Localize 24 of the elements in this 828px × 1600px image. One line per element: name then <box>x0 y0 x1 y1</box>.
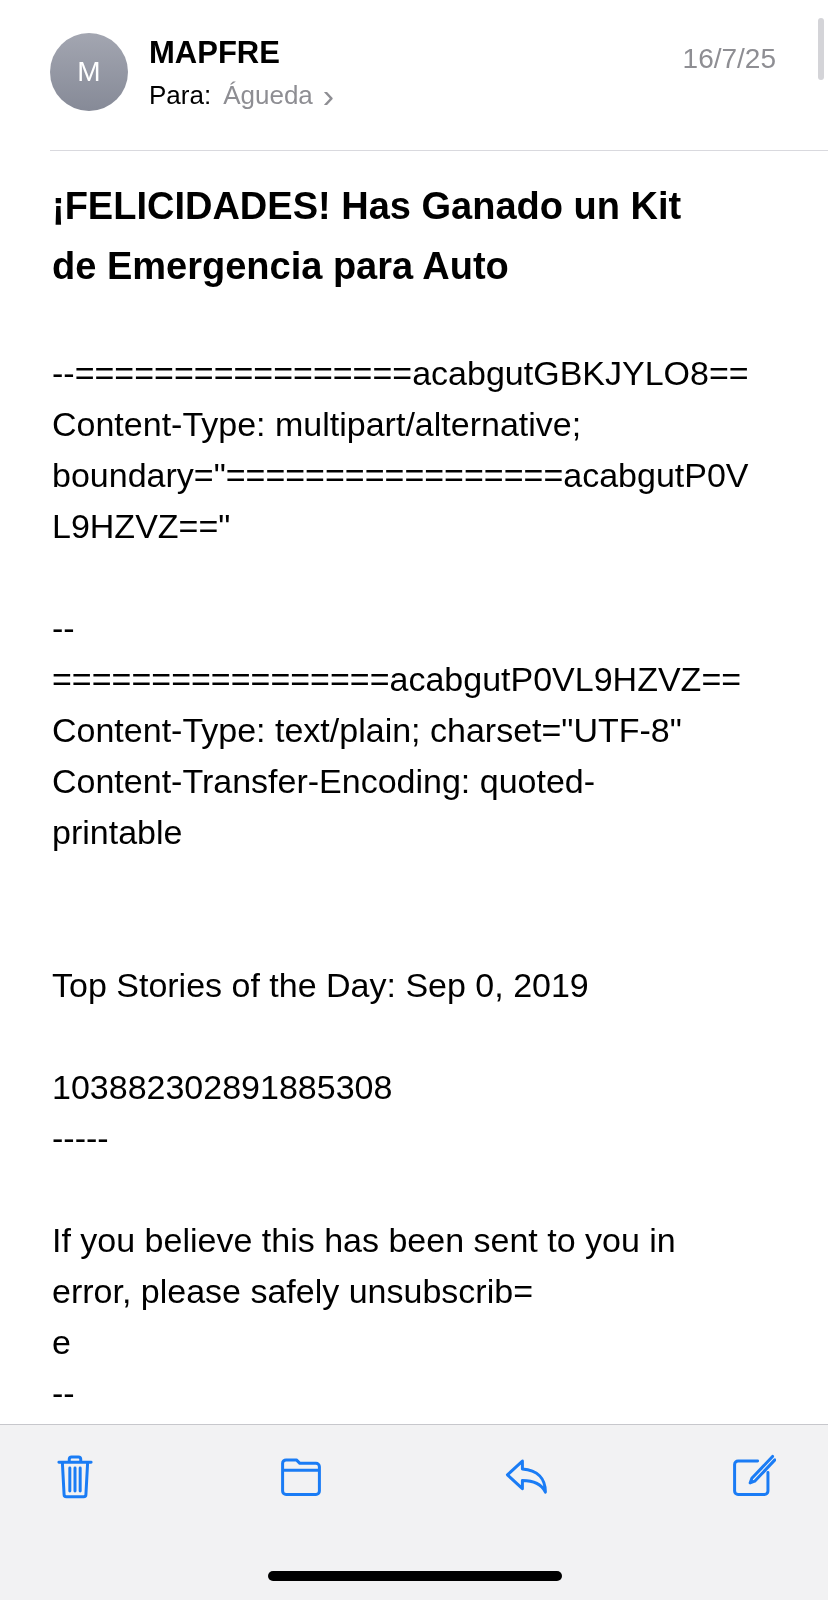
body-text-line: =================acabgutP0VL9HZVZ== <box>52 659 742 700</box>
body-text-line: printable <box>52 812 183 853</box>
body-text-line: error, please safely unsubscrib= <box>52 1271 533 1312</box>
body-text-line: -- <box>52 608 75 649</box>
date: 16/7/25 <box>682 42 776 76</box>
sender-name: MAPFRE <box>149 34 281 72</box>
body-text-line: --=================acabgutGBKJYLO8== <box>52 353 749 394</box>
body-text-line: Content-Transfer-Encoding: quoted- <box>52 761 596 802</box>
body-text-line: -- <box>52 1373 75 1414</box>
body-text-line: ----- <box>52 1118 109 1159</box>
avatar: M <box>50 33 128 111</box>
compose-icon[interactable] <box>730 1453 776 1499</box>
body-text-line: If you believe this has been sent to you in <box>52 1220 676 1261</box>
body-text-line: Content-Type: text/plain; charset="UTF-8" <box>52 710 682 751</box>
body-text-line: boundary="=================acabgutP0V <box>52 455 749 496</box>
body-text-line: 103882302891885308 <box>52 1067 393 1108</box>
subject-heading: ¡FELICIDADES! Has Ganado un Kit de Emergencia para Auto <box>52 184 683 289</box>
body-text-line: Top Stories of the Day: Sep 0, 2019 <box>52 965 589 1006</box>
scroll-indicator <box>818 18 824 80</box>
recipient-link[interactable]: Águeda › <box>223 77 335 113</box>
body-text-line: e <box>52 1322 71 1363</box>
to-label: Para: <box>149 79 212 112</box>
body-text-line: L9HZVZ==" <box>52 506 231 547</box>
body-text-line: Content-Type: multipart/alternative; <box>52 404 582 445</box>
